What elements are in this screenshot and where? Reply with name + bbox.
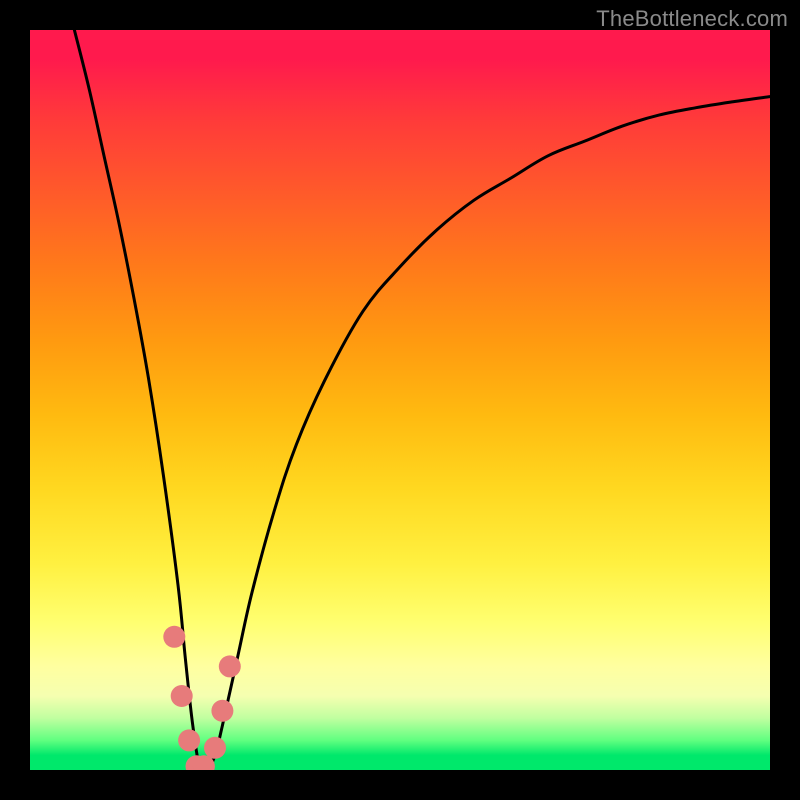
plot-area [30, 30, 770, 770]
valley-marker [219, 655, 241, 677]
valley-marker [211, 700, 233, 722]
watermark-text: TheBottleneck.com [596, 6, 788, 32]
outer-frame: TheBottleneck.com [0, 0, 800, 800]
chart-svg [30, 30, 770, 770]
valley-marker [171, 685, 193, 707]
valley-marker [163, 626, 185, 648]
valley-marker [204, 737, 226, 759]
valley-marker [178, 729, 200, 751]
bottleneck-curve [74, 30, 770, 770]
